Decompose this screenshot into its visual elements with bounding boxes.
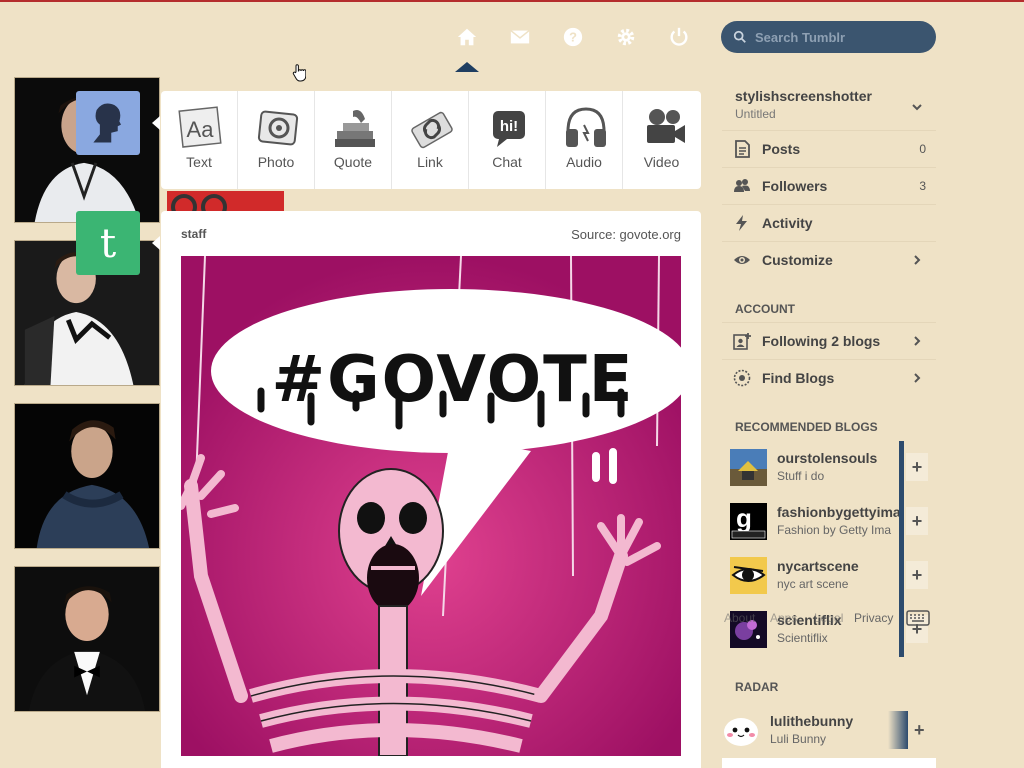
chevron-right-icon	[914, 255, 921, 265]
post-type-quote[interactable]: Quote	[315, 91, 392, 189]
help-icon[interactable]: ?	[558, 22, 588, 52]
post-author[interactable]: staff	[181, 227, 206, 241]
post-type-video[interactable]: Video	[623, 91, 700, 189]
chevron-right-icon	[914, 373, 921, 383]
post-type-chat[interactable]: hi! Chat	[469, 91, 546, 189]
dashboard-avatar-3[interactable]	[14, 403, 160, 549]
svg-text:?: ?	[569, 30, 577, 45]
text-icon: Aa	[178, 106, 222, 148]
footer-link-about[interactable]: About	[724, 611, 755, 625]
recommended-blogs-heading: RECOMMENDED BLOGS	[735, 420, 878, 434]
search-icon	[733, 30, 746, 43]
power-icon[interactable]	[664, 22, 694, 52]
user-badge-icon[interactable]	[76, 91, 140, 155]
quote-icon	[335, 110, 375, 147]
keyboard-icon[interactable]	[906, 610, 930, 626]
footer-link-privacy[interactable]: Privacy	[854, 611, 893, 625]
top-accent-line	[0, 0, 1024, 2]
posts-icon	[735, 140, 750, 158]
audio-icon	[566, 107, 606, 147]
chat-icon: hi!	[493, 111, 525, 147]
mail-icon[interactable]	[505, 22, 535, 52]
find-blogs-icon	[733, 369, 751, 387]
search-input[interactable]	[755, 29, 925, 45]
svg-text:hi!: hi!	[500, 118, 518, 135]
sidebar-item-followers[interactable]: Followers 3	[722, 167, 936, 204]
gear-icon[interactable]	[611, 22, 641, 52]
sidebar-item-customize[interactable]: Customize	[722, 241, 936, 278]
current-blog-name[interactable]: stylishscreenshotter	[735, 88, 872, 104]
post-type-text[interactable]: Aa Text	[161, 91, 238, 189]
chevron-down-icon[interactable]	[910, 100, 924, 114]
sidebar-item-following[interactable]: Following 2 blogs	[722, 322, 936, 359]
radar-post-card[interactable]	[722, 758, 936, 768]
radar-avatar	[722, 712, 760, 750]
follow-plus-icon[interactable]: +	[906, 561, 928, 589]
followers-icon	[734, 179, 750, 192]
recommended-blog-item[interactable]: ourstolensouls Stuff i do +	[722, 441, 936, 495]
badge-notch	[152, 236, 160, 250]
video-icon	[647, 109, 685, 143]
post-type-photo[interactable]: Photo	[238, 91, 315, 189]
nav-active-caret	[455, 62, 479, 72]
blog-avatar: g	[730, 503, 767, 540]
current-blog-title: Untitled	[735, 107, 776, 121]
post-type-audio[interactable]: Audio	[546, 91, 623, 189]
home-icon[interactable]	[452, 22, 482, 52]
photo-icon	[257, 110, 299, 146]
follow-plus-icon[interactable]: +	[914, 720, 925, 741]
dashboard-post: staff Source: govote.org #GOVOTE	[161, 211, 701, 768]
following-icon	[733, 333, 751, 350]
post-source[interactable]: Source: govote.org	[571, 227, 681, 242]
badge-notch	[152, 116, 160, 130]
radar-heading: RADAR	[735, 680, 779, 694]
govote-headline: #GOVOTE	[271, 343, 634, 417]
blog-avatar	[730, 449, 767, 486]
chevron-right-icon	[914, 336, 921, 346]
follow-plus-icon[interactable]: +	[906, 507, 928, 535]
footer-link-apps[interactable]: Apps	[770, 611, 797, 625]
footer-link-legal[interactable]: Legal	[814, 611, 843, 625]
eye-icon	[734, 256, 750, 264]
sidebar-item-find-blogs[interactable]: Find Blogs	[722, 359, 936, 396]
hand-cursor-icon	[292, 64, 306, 82]
dashboard-avatar-4[interactable]	[14, 566, 160, 712]
sidebar-item-posts[interactable]: Posts 0	[722, 130, 936, 167]
posts-count: 0	[919, 142, 926, 156]
search-box[interactable]	[721, 21, 936, 53]
blog-avatar	[730, 557, 767, 594]
radar-item[interactable]: lulithebunny Luli Bunny +	[722, 706, 936, 752]
post-type-link[interactable]: Link	[392, 91, 469, 189]
activity-icon	[736, 215, 747, 231]
previous-post-peek	[167, 191, 284, 211]
recommended-blog-item[interactable]: g fashionbygettyima Fashion by Getty Ima…	[722, 495, 936, 549]
followers-count: 3	[919, 179, 926, 193]
svg-text:g: g	[736, 503, 752, 533]
link-icon	[411, 111, 453, 149]
post-image[interactable]: #GOVOTE	[181, 256, 681, 756]
sidebar-item-activity[interactable]: Activity	[722, 204, 936, 241]
svg-text:Aa: Aa	[187, 117, 215, 142]
tumblr-logo-icon[interactable]: t	[76, 211, 140, 275]
svg-text:t: t	[100, 219, 116, 267]
follow-plus-icon[interactable]: +	[906, 453, 928, 481]
post-type-bar: Aa Text Photo Quote Link hi! Chat Audio …	[161, 91, 701, 189]
account-heading: ACCOUNT	[735, 302, 795, 316]
recommended-blog-item[interactable]: nycartscene nyc art scene +	[722, 549, 936, 603]
